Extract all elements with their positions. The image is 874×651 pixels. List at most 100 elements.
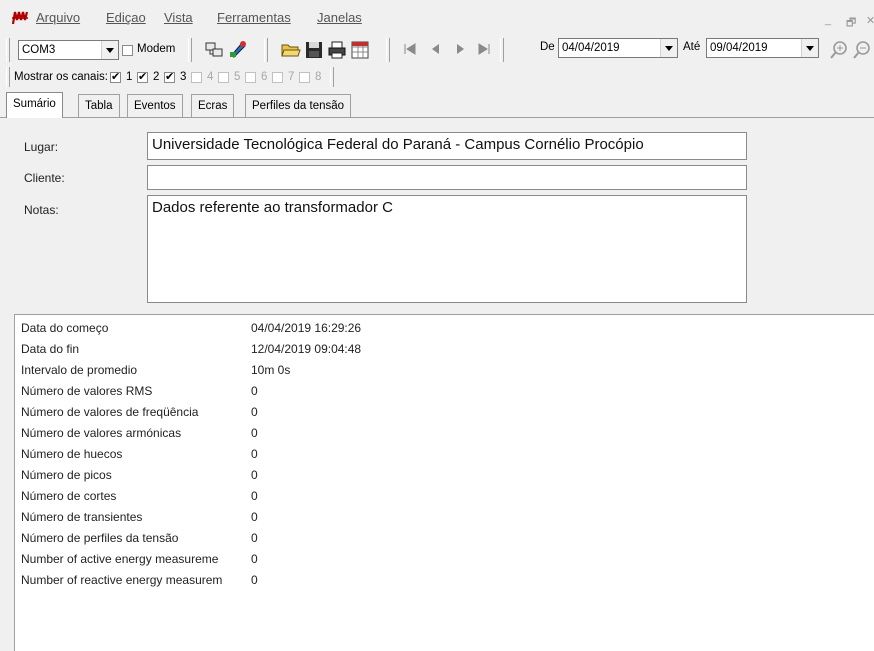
- summary-value: 0: [251, 468, 258, 482]
- menu-bar: Arquivo Ediçao Vista Ferramentas Janelas…: [0, 0, 874, 34]
- summary-row: Número de cortes: [21, 489, 249, 503]
- summary-row: Data do fin: [21, 342, 249, 356]
- toolbar-separator: [264, 38, 268, 62]
- tab-bar: Sumário Tabla Eventos Ecras Perfiles da …: [0, 92, 874, 118]
- tab-eventos-label: Eventos: [134, 100, 176, 112]
- summary-label: Número de perfiles da tensão: [21, 531, 179, 545]
- summary-value: 12/04/2019 09:04:48: [251, 342, 362, 356]
- summary-row: Número de transientes: [21, 510, 249, 524]
- chevron-down-icon[interactable]: [801, 39, 818, 57]
- channel-6-label: 6: [261, 71, 268, 83]
- cliente-label: Cliente:: [24, 171, 65, 185]
- summary-value: 04/04/2019 16:29:26: [251, 321, 362, 335]
- menu-vista[interactable]: Vista: [164, 10, 193, 25]
- minimize-button[interactable]: _: [825, 14, 831, 26]
- tab-tabla[interactable]: Tabla: [78, 94, 120, 117]
- export-spreadsheet-icon[interactable]: [350, 40, 370, 60]
- channel-6-checkbox[interactable]: [245, 72, 256, 83]
- channel-3-checkbox[interactable]: [164, 70, 175, 83]
- summary-value: 0: [251, 405, 258, 419]
- date-to-value: 09/04/2019: [710, 42, 768, 54]
- lugar-field[interactable]: Universidade Tecnológica Federal do Para…: [147, 132, 747, 160]
- next-record-icon[interactable]: [453, 42, 467, 56]
- channels-label: Mostrar os canais:: [14, 71, 108, 83]
- toolbar-separator: [188, 38, 192, 62]
- summary-row: Número de valores armónicas: [21, 426, 249, 440]
- channel-3-label: 3: [180, 71, 187, 83]
- channel-7-label: 7: [288, 71, 295, 83]
- summary-label: Intervalo de promedio: [21, 363, 138, 377]
- lugar-value: Universidade Tecnológica Federal do Para…: [152, 136, 644, 153]
- menu-arquivo[interactable]: Arquivo: [36, 10, 80, 25]
- date-from-value: 04/04/2019: [562, 42, 620, 54]
- tab-sumario[interactable]: Sumário: [6, 92, 63, 118]
- summary-row: Number of active energy measureme: [21, 552, 249, 566]
- summary-value: 0: [251, 489, 258, 503]
- channel-selector: Mostrar os canais: 1 2 3 4 5 6 7 8: [0, 66, 874, 88]
- summary-label: Data do começo: [21, 321, 109, 335]
- last-record-icon[interactable]: [477, 42, 491, 56]
- channel-1-checkbox[interactable]: [110, 70, 121, 83]
- close-button[interactable]: ✕: [866, 14, 874, 27]
- previous-record-icon[interactable]: [429, 42, 443, 56]
- connect-icon[interactable]: [204, 40, 224, 60]
- chevron-down-icon[interactable]: [101, 41, 118, 59]
- summary-label: Número de valores de freqüência: [21, 405, 199, 419]
- summary-label: Número de valores armónicas: [21, 426, 182, 440]
- port-select-value: COM3: [22, 44, 56, 56]
- channel-4-label: 4: [207, 71, 214, 83]
- date-from-picker[interactable]: 04/04/2019: [558, 38, 678, 58]
- channel-4-checkbox[interactable]: [191, 72, 202, 83]
- summary-label: Número de picos: [21, 468, 112, 482]
- chevron-down-icon[interactable]: [660, 39, 677, 57]
- summary-value: 0: [251, 531, 258, 545]
- port-select[interactable]: COM3: [18, 40, 119, 60]
- toolbar-separator: [500, 38, 504, 62]
- instrument-icon[interactable]: [228, 39, 248, 59]
- notas-field[interactable]: Dados referente ao transformador C: [147, 195, 747, 303]
- summary-value: 0: [251, 384, 258, 398]
- modem-label: Modem: [137, 43, 176, 55]
- channel-7-checkbox[interactable]: [272, 72, 283, 83]
- menu-janelas[interactable]: Janelas: [317, 10, 362, 25]
- toolbar-grip[interactable]: [6, 67, 10, 87]
- app-logo-icon: [12, 11, 28, 25]
- tab-tabla-label: Tabla: [85, 100, 113, 112]
- tab-perfiles-tensao[interactable]: Perfiles da tensão: [245, 94, 352, 117]
- menu-edicao[interactable]: Ediçao: [106, 10, 146, 25]
- toolbar-separator: [330, 67, 334, 87]
- cliente-field[interactable]: [147, 165, 747, 190]
- save-icon[interactable]: [304, 40, 324, 60]
- print-icon[interactable]: [327, 40, 347, 60]
- channel-5-checkbox[interactable]: [218, 72, 229, 83]
- restore-button[interactable]: 🗗: [846, 14, 856, 33]
- tab-perfiles-tensao-label: Perfiles da tensão: [252, 100, 345, 112]
- summary-row: Número de valores RMS: [21, 384, 249, 398]
- channel-5-label: 5: [234, 71, 241, 83]
- tab-ecras-label: Ecras: [198, 100, 228, 112]
- menu-ferramentas[interactable]: Ferramentas: [217, 10, 291, 25]
- zoom-in-icon[interactable]: [829, 40, 849, 60]
- summary-value: 10m 0s: [251, 363, 291, 377]
- channel-2-checkbox[interactable]: [137, 70, 148, 83]
- zoom-out-icon[interactable]: [852, 40, 872, 60]
- tab-ecras[interactable]: Ecras: [191, 94, 235, 117]
- summary-row: Número de huecos: [21, 447, 249, 461]
- date-to-label: Até: [683, 41, 701, 53]
- date-to-picker[interactable]: 09/04/2019: [706, 38, 819, 58]
- modem-checkbox[interactable]: [122, 45, 133, 56]
- summary-label: Número de cortes: [21, 489, 117, 503]
- open-folder-icon[interactable]: [281, 40, 301, 60]
- tab-divider: [0, 117, 874, 118]
- summary-row: Número de valores de freqüência: [21, 405, 249, 419]
- channel-8-checkbox[interactable]: [299, 72, 310, 83]
- summary-label: Data do fin: [21, 342, 80, 356]
- tab-sumario-label: Sumário: [13, 98, 56, 110]
- summary-panel: Data do começo 04/04/2019 16:29:26 Data …: [14, 314, 874, 651]
- summary-value: 0: [251, 552, 258, 566]
- tab-eventos[interactable]: Eventos: [127, 94, 183, 117]
- first-record-icon[interactable]: [403, 42, 417, 56]
- summary-label: Número de huecos: [21, 447, 123, 461]
- summary-label: Número de transientes: [21, 510, 143, 524]
- toolbar-grip[interactable]: [6, 38, 10, 62]
